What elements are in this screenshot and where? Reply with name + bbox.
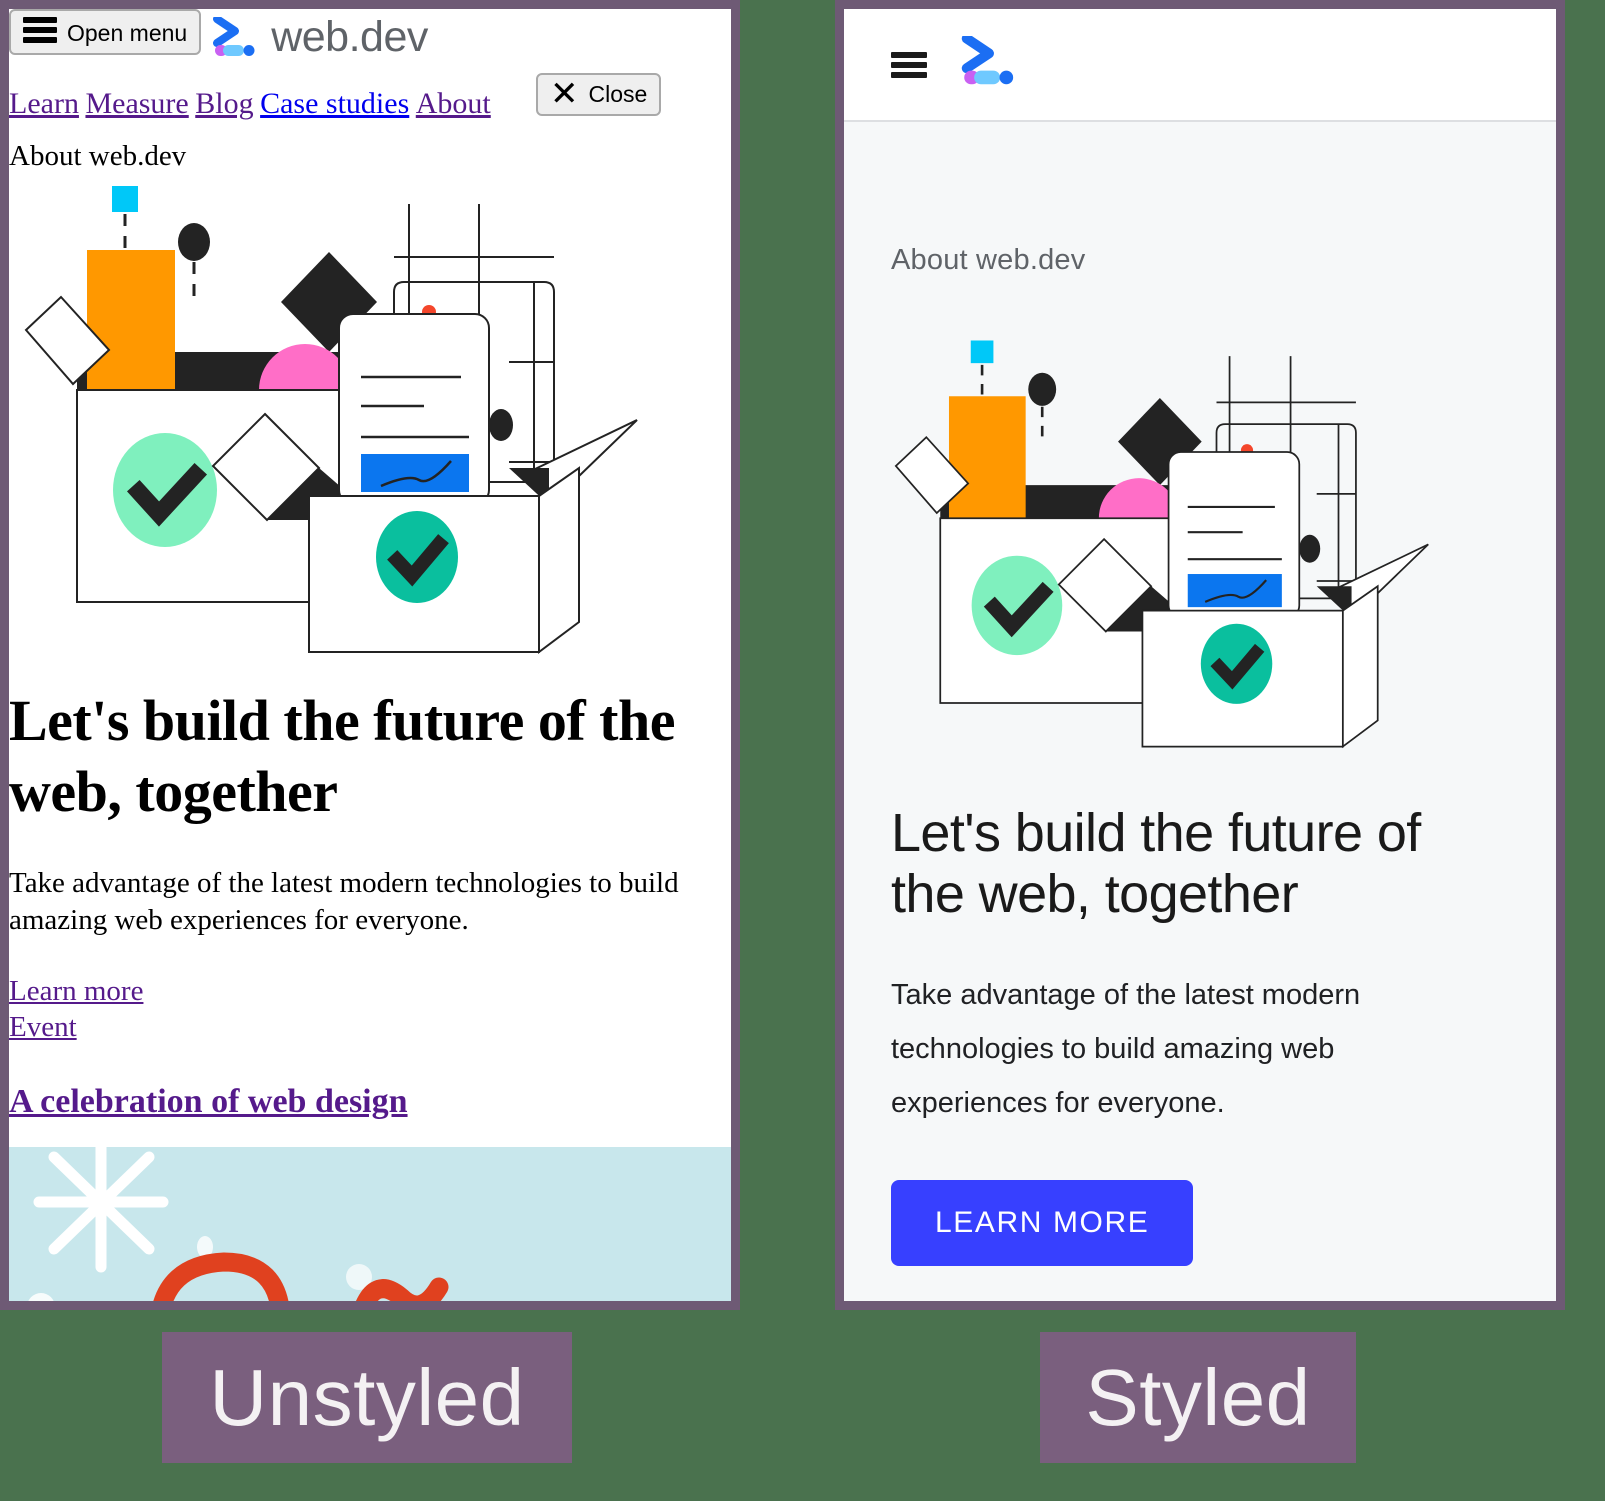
styled-page: About web.dev Let's build the future of … [844,9,1556,1301]
styled-panel: About web.dev Let's build the future of … [835,0,1565,1310]
learn-more-button[interactable]: LEARN MORE [891,1180,1194,1267]
unstyled-link-list: Learn more Event [9,973,731,1046]
styled-body: About web.dev Let's build the future of … [844,244,1556,1267]
unstyled-panel: Open menu web.dev Learn Measure Blog Cas… [0,0,740,1310]
styled-eyebrow: About web.dev [891,244,1086,276]
unstyled-paragraph: Take advantage of the latest modern tech… [9,867,679,937]
learn-more-link[interactable]: Learn more [9,973,731,1009]
promo-heading: A celebration of web design [9,1083,731,1121]
unstyled-eyebrow: About web.dev [9,140,187,172]
close-x-icon: ✕ [550,75,579,113]
unstyled-page: Open menu web.dev Learn Measure Blog Cas… [9,9,731,1301]
nav-link-about[interactable]: About [416,87,491,120]
comparison-stage: Open menu web.dev Learn Measure Blog Cas… [0,0,1605,1501]
open-box-with-shapes-illustration [24,185,638,654]
close-button[interactable]: ✕ Close [536,73,662,117]
styled-paragraph: Take advantage of the latest modern tech… [891,979,1361,1119]
webdev-logo-icon[interactable] [961,33,1017,93]
promo-link[interactable]: A celebration of web design [9,1083,408,1120]
open-menu-button[interactable]: Open menu [9,9,202,55]
snowflake-holiday-banner [9,1147,731,1301]
nav-link-blog[interactable]: Blog [195,87,253,120]
event-link[interactable]: Event [9,1009,731,1045]
caption-unstyled: Unstyled [162,1332,572,1463]
unstyled-topbar: Open menu web.dev [9,9,731,81]
nav-link-list: Learn Measure Blog Case studies About [9,81,491,123]
styled-heading: Let's build the future of the web, toget… [891,803,1421,925]
nav-link-learn[interactable]: Learn [9,87,79,120]
nav-link-case-studies[interactable]: Case studies [260,87,409,120]
open-menu-label: Open menu [67,20,188,46]
caption-styled: Styled [1040,1332,1356,1463]
hamburger-icon [23,17,57,43]
webdev-logo-icon [213,16,257,59]
styled-header [844,9,1556,122]
hamburger-icon[interactable] [891,51,927,78]
unstyled-heading: Let's build the future of the web, toget… [9,687,675,824]
site-logo[interactable]: web.dev [213,13,428,62]
logo-wordmark: web.dev [271,13,428,61]
nav-link-measure[interactable]: Measure [85,87,188,120]
unstyled-nav: Learn Measure Blog Case studies About ✕ … [9,73,731,137]
open-box-with-shapes-illustration [894,340,1429,749]
close-label: Close [588,81,648,108]
